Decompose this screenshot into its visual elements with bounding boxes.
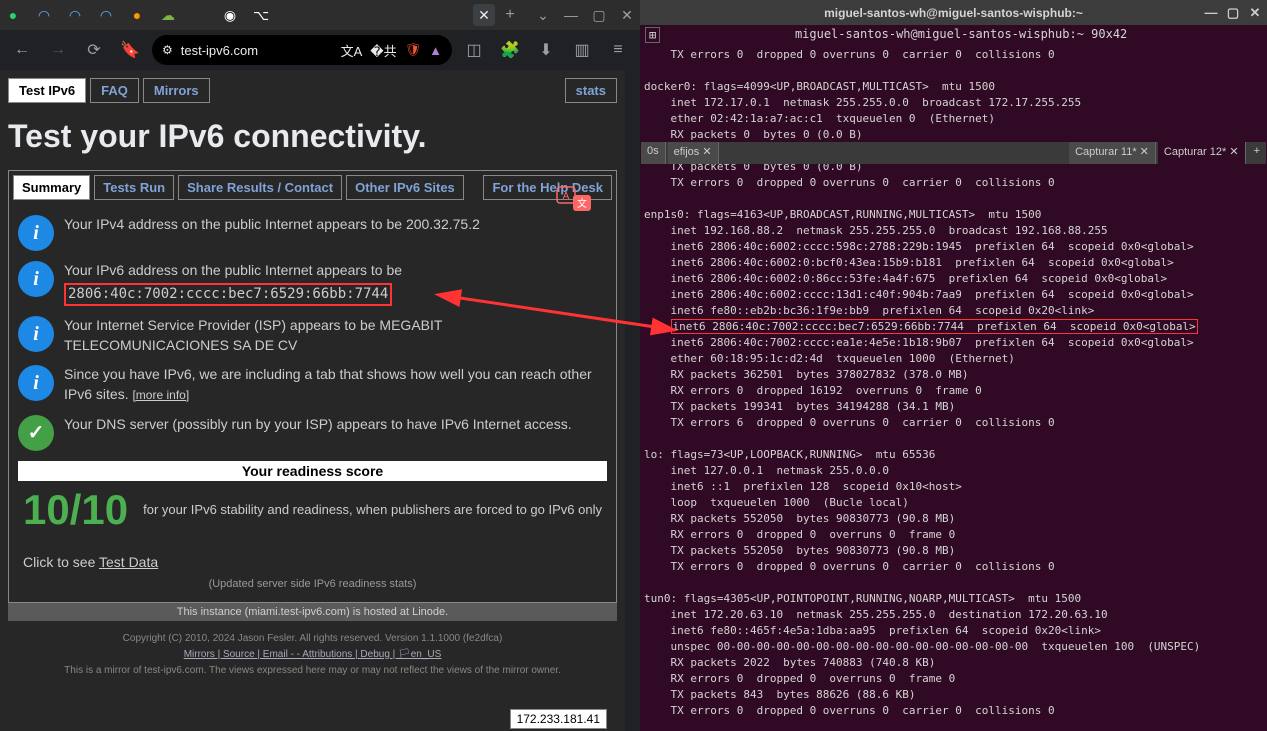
translate-icon[interactable]: 文A	[341, 41, 363, 60]
window-close[interactable]: ✕	[619, 7, 635, 23]
more-info-link[interactable]: [more info]	[132, 388, 189, 402]
nav-back[interactable]: ←	[8, 36, 36, 64]
browser-nav-bar: ← → ⟳ 🔖 ⚙ test-ipv6.com 文A �共 🛡 ▲ ◫ 🧩 ⬇ …	[0, 30, 640, 70]
terminal-tab-strip: 0s efijos ✕ Capturar 11* ✕ Capturar 12* …	[641, 142, 1266, 164]
tab-stats[interactable]: stats	[565, 78, 617, 103]
terminal-size-line: ⊞ miguel-santos-wh@miguel-santos-wisphub…	[640, 25, 1267, 43]
titlebar-app-icons: ● ◠ ◠ ◠ ● ☁ ◉ ⌥	[5, 7, 269, 23]
svg-text:A: A	[563, 191, 570, 202]
window-maximize[interactable]: ▢	[591, 7, 607, 23]
nav-forward[interactable]: →	[44, 36, 72, 64]
tab-faq[interactable]: FAQ	[90, 78, 139, 103]
info-icon: i	[18, 365, 54, 401]
downloads-icon[interactable]: ⬇	[532, 36, 560, 64]
page-tabs: Test IPv6 FAQ Mirrors stats	[8, 78, 617, 103]
term-close[interactable]: ✕	[1248, 6, 1262, 20]
readiness-score: 10/10	[23, 486, 128, 534]
info-icon: i	[18, 316, 54, 352]
check-icon: ✓	[18, 415, 54, 451]
blank-icon[interactable]	[191, 7, 207, 23]
wifi-icon-3[interactable]: ◠	[98, 7, 114, 23]
subtab-share[interactable]: Share Results / Contact	[178, 175, 342, 200]
info-ipv4: i Your IPv4 address on the public Intern…	[18, 215, 607, 251]
test-data-line: Click to see Test Data	[23, 554, 602, 570]
window-dropdown[interactable]: ⌄	[535, 7, 551, 23]
svg-text:文: 文	[577, 197, 587, 210]
window-minimize[interactable]: —	[563, 7, 579, 23]
wifi-icon[interactable]: ◠	[36, 7, 52, 23]
bat-icon[interactable]: ▲	[429, 43, 442, 58]
info-icon: i	[18, 261, 54, 297]
translate-widget-icon[interactable]: A文	[555, 185, 595, 215]
cloud-icon[interactable]: ☁	[160, 7, 176, 23]
summary-box: Summary Tests Run Share Results / Contac…	[8, 170, 617, 603]
page-content: Test IPv6 FAQ Mirrors stats A文 Test your…	[0, 70, 625, 731]
info-icon: i	[18, 215, 54, 251]
terminal-window: miguel-santos-wh@miguel-santos-wisphub:~…	[640, 0, 1267, 731]
footer-links[interactable]: Mirrors | Source | Email - - Attribution…	[184, 649, 442, 660]
linode-host-line: This instance (miami.test-ipv6.com) is h…	[8, 603, 617, 621]
updated-note: (Updated server side IPv6 readiness stat…	[18, 575, 607, 593]
ip-badge: 172.233.181.41	[510, 709, 607, 729]
term-tab[interactable]: Capturar 11* ✕	[1069, 142, 1156, 164]
term-tab-active[interactable]: Capturar 12* ✕	[1158, 142, 1246, 164]
info-isp: i Your Internet Service Provider (ISP) a…	[18, 316, 607, 355]
tab-mirrors[interactable]: Mirrors	[143, 78, 210, 103]
nav-reload[interactable]: ⟳	[80, 36, 108, 64]
info-list: i Your IPv4 address on the public Intern…	[13, 210, 612, 598]
url-bar[interactable]: ⚙ test-ipv6.com 文A �共 🛡 ▲	[152, 35, 452, 65]
github-icon[interactable]: ⌥	[253, 7, 269, 23]
page-footer: Copyright (C) 2010, 2024 Jason Fesler. A…	[8, 631, 617, 699]
term-tab[interactable]: 0s	[641, 142, 666, 164]
browser-window: ● ◠ ◠ ◠ ● ☁ ◉ ⌥ ✕ + ⌄ — ▢ ✕ ← → ⟳ 🔖 ⚙ te…	[0, 0, 640, 731]
panda-icon[interactable]: ◉	[222, 7, 238, 23]
nav-bookmark[interactable]: 🔖	[116, 36, 144, 64]
subtab-tests-run[interactable]: Tests Run	[94, 175, 174, 200]
sidepanel-icon[interactable]: ▥	[568, 36, 596, 64]
menu-icon[interactable]: ≡	[604, 36, 632, 64]
brave-shield-icon[interactable]: 🛡	[405, 42, 422, 58]
toolbar-app-icon[interactable]: ◫	[460, 36, 488, 64]
extensions-icon[interactable]: 🧩	[496, 36, 524, 64]
terminal-titlebar: miguel-santos-wh@miguel-santos-wisphub:~…	[640, 0, 1267, 25]
whatsapp-icon[interactable]: ●	[5, 7, 21, 23]
wifi-icon-2[interactable]: ◠	[67, 7, 83, 23]
browser-titlebar: ● ◠ ◠ ◠ ● ☁ ◉ ⌥ ✕ + ⌄ — ▢ ✕	[0, 0, 640, 30]
ipv6-address-highlight: 2806:40c:7002:cccc:bec7:6529:66bb:7744	[64, 283, 392, 307]
score-description: for your IPv6 stability and readiness, w…	[143, 502, 602, 517]
info-ipv6: i Your IPv6 address on the public Intern…	[18, 261, 607, 306]
url-text: test-ipv6.com	[181, 43, 258, 58]
sub-tabs: Summary Tests Run Share Results / Contac…	[13, 175, 612, 200]
term-tab[interactable]: efijos ✕	[668, 142, 719, 164]
subtab-summary[interactable]: Summary	[13, 175, 90, 200]
site-settings-icon[interactable]: ⚙	[162, 43, 173, 57]
readiness-header: Your readiness score	[18, 461, 607, 481]
tab-test-ipv6[interactable]: Test IPv6	[8, 78, 86, 103]
subtab-other-sites[interactable]: Other IPv6 Sites	[346, 175, 464, 200]
info-dns: ✓ Your DNS server (possibly run by your …	[18, 415, 607, 451]
firefox-icon[interactable]: ●	[129, 7, 145, 23]
term-tab-new[interactable]: +	[1248, 142, 1266, 164]
score-row: 10/10 for your IPv6 stability and readin…	[18, 481, 607, 539]
tab-close-button[interactable]: ✕	[473, 4, 495, 26]
term-minimize[interactable]: —	[1204, 6, 1218, 20]
share-icon[interactable]: �共	[370, 41, 396, 60]
test-data-link[interactable]: Test Data	[99, 554, 158, 570]
page-title: Test your IPv6 connectivity.	[8, 118, 617, 155]
tab-new-button[interactable]: +	[500, 5, 520, 25]
terminal-grid-icon[interactable]: ⊞	[645, 27, 660, 43]
term-maximize[interactable]: ▢	[1226, 6, 1240, 20]
info-ipv6-tab: i Since you have IPv6, we are including …	[18, 365, 607, 404]
